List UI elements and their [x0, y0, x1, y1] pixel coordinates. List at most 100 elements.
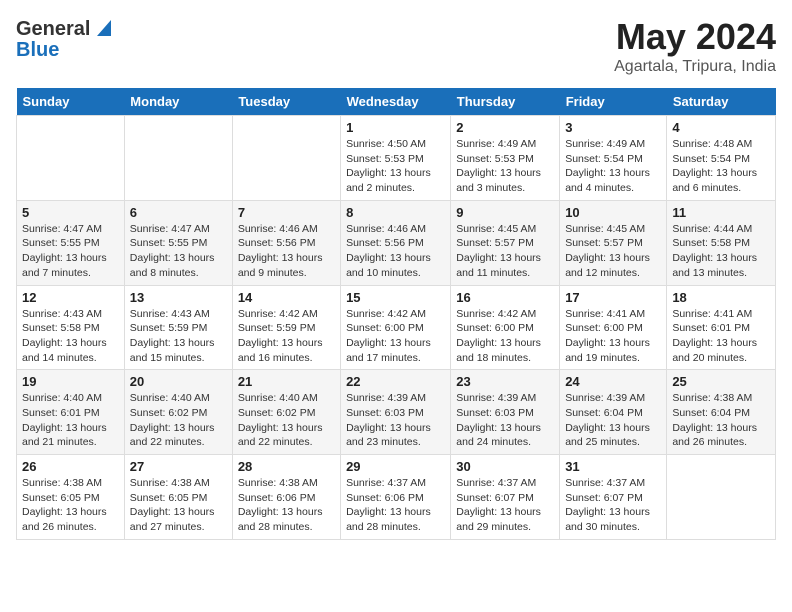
day-detail-22: Sunrise: 4:39 AM Sunset: 6:03 PM Dayligh… — [346, 391, 445, 450]
day-number-9: 9 — [456, 205, 554, 220]
calendar-day-4: 4 Sunrise: 4:48 AM Sunset: 5:54 PM Daylig… — [667, 116, 776, 201]
calendar-day-17: 17Sunrise: 4:41 AM Sunset: 6:00 PM Dayli… — [560, 285, 667, 370]
day-number-27: 27 — [130, 459, 227, 474]
calendar-day-9: 9 Sunrise: 4:45 AM Sunset: 5:57 PM Daylig… — [451, 200, 560, 285]
calendar-day-18: 18 Sunrise: 4:41 AM Sunset: 6:01 PM Dayli… — [667, 285, 776, 370]
day-number-8: 8 — [346, 205, 445, 220]
day-number-29: 29 — [346, 459, 445, 474]
calendar-day-19: 19Sunrise: 4:40 AM Sunset: 6:01 PM Dayli… — [17, 370, 125, 455]
day-detail-25: Sunrise: 4:38 AM Sunset: 6:04 PM Dayligh… — [672, 391, 770, 450]
calendar-day-26: 26 Sunrise: 4:38 AM Sunset: 6:05 PM Dayli… — [17, 455, 125, 540]
day-number-1: 1 — [346, 120, 445, 135]
location: Agartala, Tripura, India — [614, 58, 776, 76]
calendar-week-3: 12Sunrise: 4:43 AM Sunset: 5:58 PM Dayli… — [17, 285, 776, 370]
logo-general-text: General — [16, 18, 90, 41]
day-detail-2: Sunrise: 4:49 AM Sunset: 5:53 PM Dayligh… — [456, 137, 554, 196]
empty-cell — [232, 116, 340, 201]
weekday-header-saturday: Saturday — [667, 88, 776, 116]
calendar-day-14: 14 Sunrise: 4:42 AM Sunset: 5:59 PM Dayli… — [232, 285, 340, 370]
day-detail-28: Sunrise: 4:38 AM Sunset: 6:06 PM Dayligh… — [238, 476, 335, 535]
calendar-day-22: 22 Sunrise: 4:39 AM Sunset: 6:03 PM Dayli… — [341, 370, 451, 455]
day-number-4: 4 — [672, 120, 770, 135]
calendar-day-25: 25Sunrise: 4:38 AM Sunset: 6:04 PM Dayli… — [667, 370, 776, 455]
calendar-day-30: 30Sunrise: 4:37 AM Sunset: 6:07 PM Dayli… — [451, 455, 560, 540]
calendar-week-4: 19Sunrise: 4:40 AM Sunset: 6:01 PM Dayli… — [17, 370, 776, 455]
weekday-header-monday: Monday — [124, 88, 232, 116]
day-detail-15: Sunrise: 4:42 AM Sunset: 6:00 PM Dayligh… — [346, 307, 445, 366]
weekday-header-friday: Friday — [560, 88, 667, 116]
calendar-day-28: 28 Sunrise: 4:38 AM Sunset: 6:06 PM Dayli… — [232, 455, 340, 540]
day-detail-17: Sunrise: 4:41 AM Sunset: 6:00 PM Dayligh… — [565, 307, 661, 366]
day-detail-8: Sunrise: 4:46 AM Sunset: 5:56 PM Dayligh… — [346, 222, 445, 281]
weekday-header-wednesday: Wednesday — [341, 88, 451, 116]
day-detail-7: Sunrise: 4:46 AM Sunset: 5:56 PM Dayligh… — [238, 222, 335, 281]
calendar-week-2: 5 Sunrise: 4:47 AM Sunset: 5:55 PM Daylig… — [17, 200, 776, 285]
calendar-day-2: 2 Sunrise: 4:49 AM Sunset: 5:53 PM Daylig… — [451, 116, 560, 201]
empty-cell — [124, 116, 232, 201]
day-detail-11: Sunrise: 4:44 AM Sunset: 5:58 PM Dayligh… — [672, 222, 770, 281]
day-detail-21: Sunrise: 4:40 AM Sunset: 6:02 PM Dayligh… — [238, 391, 335, 450]
day-detail-30: Sunrise: 4:37 AM Sunset: 6:07 PM Dayligh… — [456, 476, 554, 535]
calendar-day-13: 13Sunrise: 4:43 AM Sunset: 5:59 PM Dayli… — [124, 285, 232, 370]
day-number-20: 20 — [130, 374, 227, 389]
day-detail-5: Sunrise: 4:47 AM Sunset: 5:55 PM Dayligh… — [22, 222, 119, 281]
weekday-header-row: SundayMondayTuesdayWednesdayThursdayFrid… — [17, 88, 776, 116]
calendar-day-7: 7Sunrise: 4:46 AM Sunset: 5:56 PM Daylig… — [232, 200, 340, 285]
day-number-5: 5 — [22, 205, 119, 220]
calendar-day-20: 20 Sunrise: 4:40 AM Sunset: 6:02 PM Dayli… — [124, 370, 232, 455]
day-detail-10: Sunrise: 4:45 AM Sunset: 5:57 PM Dayligh… — [565, 222, 661, 281]
day-detail-3: Sunrise: 4:49 AM Sunset: 5:54 PM Dayligh… — [565, 137, 661, 196]
calendar-week-1: 1Sunrise: 4:50 AM Sunset: 5:53 PM Daylig… — [17, 116, 776, 201]
day-detail-24: Sunrise: 4:39 AM Sunset: 6:04 PM Dayligh… — [565, 391, 661, 450]
title-block: May 2024 Agartala, Tripura, India — [614, 16, 776, 76]
day-detail-18: Sunrise: 4:41 AM Sunset: 6:01 PM Dayligh… — [672, 307, 770, 366]
calendar-day-5: 5 Sunrise: 4:47 AM Sunset: 5:55 PM Daylig… — [17, 200, 125, 285]
day-detail-4: Sunrise: 4:48 AM Sunset: 5:54 PM Dayligh… — [672, 137, 770, 196]
day-number-13: 13 — [130, 290, 227, 305]
day-detail-23: Sunrise: 4:39 AM Sunset: 6:03 PM Dayligh… — [456, 391, 554, 450]
day-detail-31: Sunrise: 4:37 AM Sunset: 6:07 PM Dayligh… — [565, 476, 661, 535]
calendar-day-11: 11Sunrise: 4:44 AM Sunset: 5:58 PM Dayli… — [667, 200, 776, 285]
weekday-header-sunday: Sunday — [17, 88, 125, 116]
weekday-header-tuesday: Tuesday — [232, 88, 340, 116]
calendar-day-3: 3 Sunrise: 4:49 AM Sunset: 5:54 PM Daylig… — [560, 116, 667, 201]
day-number-10: 10 — [565, 205, 661, 220]
day-number-6: 6 — [130, 205, 227, 220]
calendar-day-23: 23Sunrise: 4:39 AM Sunset: 6:03 PM Dayli… — [451, 370, 560, 455]
day-number-26: 26 — [22, 459, 119, 474]
day-number-18: 18 — [672, 290, 770, 305]
day-number-22: 22 — [346, 374, 445, 389]
empty-cell — [667, 455, 776, 540]
day-number-28: 28 — [238, 459, 335, 474]
day-detail-6: Sunrise: 4:47 AM Sunset: 5:55 PM Dayligh… — [130, 222, 227, 281]
calendar-day-12: 12Sunrise: 4:43 AM Sunset: 5:58 PM Dayli… — [17, 285, 125, 370]
day-detail-27: Sunrise: 4:38 AM Sunset: 6:05 PM Dayligh… — [130, 476, 227, 535]
calendar-day-6: 6 Sunrise: 4:47 AM Sunset: 5:55 PM Daylig… — [124, 200, 232, 285]
day-detail-26: Sunrise: 4:38 AM Sunset: 6:05 PM Dayligh… — [22, 476, 119, 535]
day-number-15: 15 — [346, 290, 445, 305]
weekday-header-thursday: Thursday — [451, 88, 560, 116]
calendar-day-16: 16 Sunrise: 4:42 AM Sunset: 6:00 PM Dayli… — [451, 285, 560, 370]
day-number-31: 31 — [565, 459, 661, 474]
day-detail-16: Sunrise: 4:42 AM Sunset: 6:00 PM Dayligh… — [456, 307, 554, 366]
calendar-week-5: 26 Sunrise: 4:38 AM Sunset: 6:05 PM Dayli… — [17, 455, 776, 540]
day-detail-9: Sunrise: 4:45 AM Sunset: 5:57 PM Dayligh… — [456, 222, 554, 281]
day-detail-14: Sunrise: 4:42 AM Sunset: 5:59 PM Dayligh… — [238, 307, 335, 366]
day-detail-20: Sunrise: 4:40 AM Sunset: 6:02 PM Dayligh… — [130, 391, 227, 450]
day-number-16: 16 — [456, 290, 554, 305]
day-number-2: 2 — [456, 120, 554, 135]
calendar-table: SundayMondayTuesdayWednesdayThursdayFrid… — [16, 88, 776, 540]
day-detail-29: Sunrise: 4:37 AM Sunset: 6:06 PM Dayligh… — [346, 476, 445, 535]
day-number-3: 3 — [565, 120, 661, 135]
calendar-day-29: 29 Sunrise: 4:37 AM Sunset: 6:06 PM Dayli… — [341, 455, 451, 540]
day-number-14: 14 — [238, 290, 335, 305]
day-number-19: 19 — [22, 374, 119, 389]
calendar-day-8: 8 Sunrise: 4:46 AM Sunset: 5:56 PM Daylig… — [341, 200, 451, 285]
calendar-day-27: 27 Sunrise: 4:38 AM Sunset: 6:05 PM Dayli… — [124, 455, 232, 540]
month-title: May 2024 — [614, 16, 776, 58]
day-number-24: 24 — [565, 374, 661, 389]
page-header: General Blue May 2024 Agartala, Tripura,… — [16, 16, 776, 76]
day-detail-12: Sunrise: 4:43 AM Sunset: 5:58 PM Dayligh… — [22, 307, 119, 366]
empty-cell — [17, 116, 125, 201]
logo-triangle-icon — [93, 16, 115, 43]
